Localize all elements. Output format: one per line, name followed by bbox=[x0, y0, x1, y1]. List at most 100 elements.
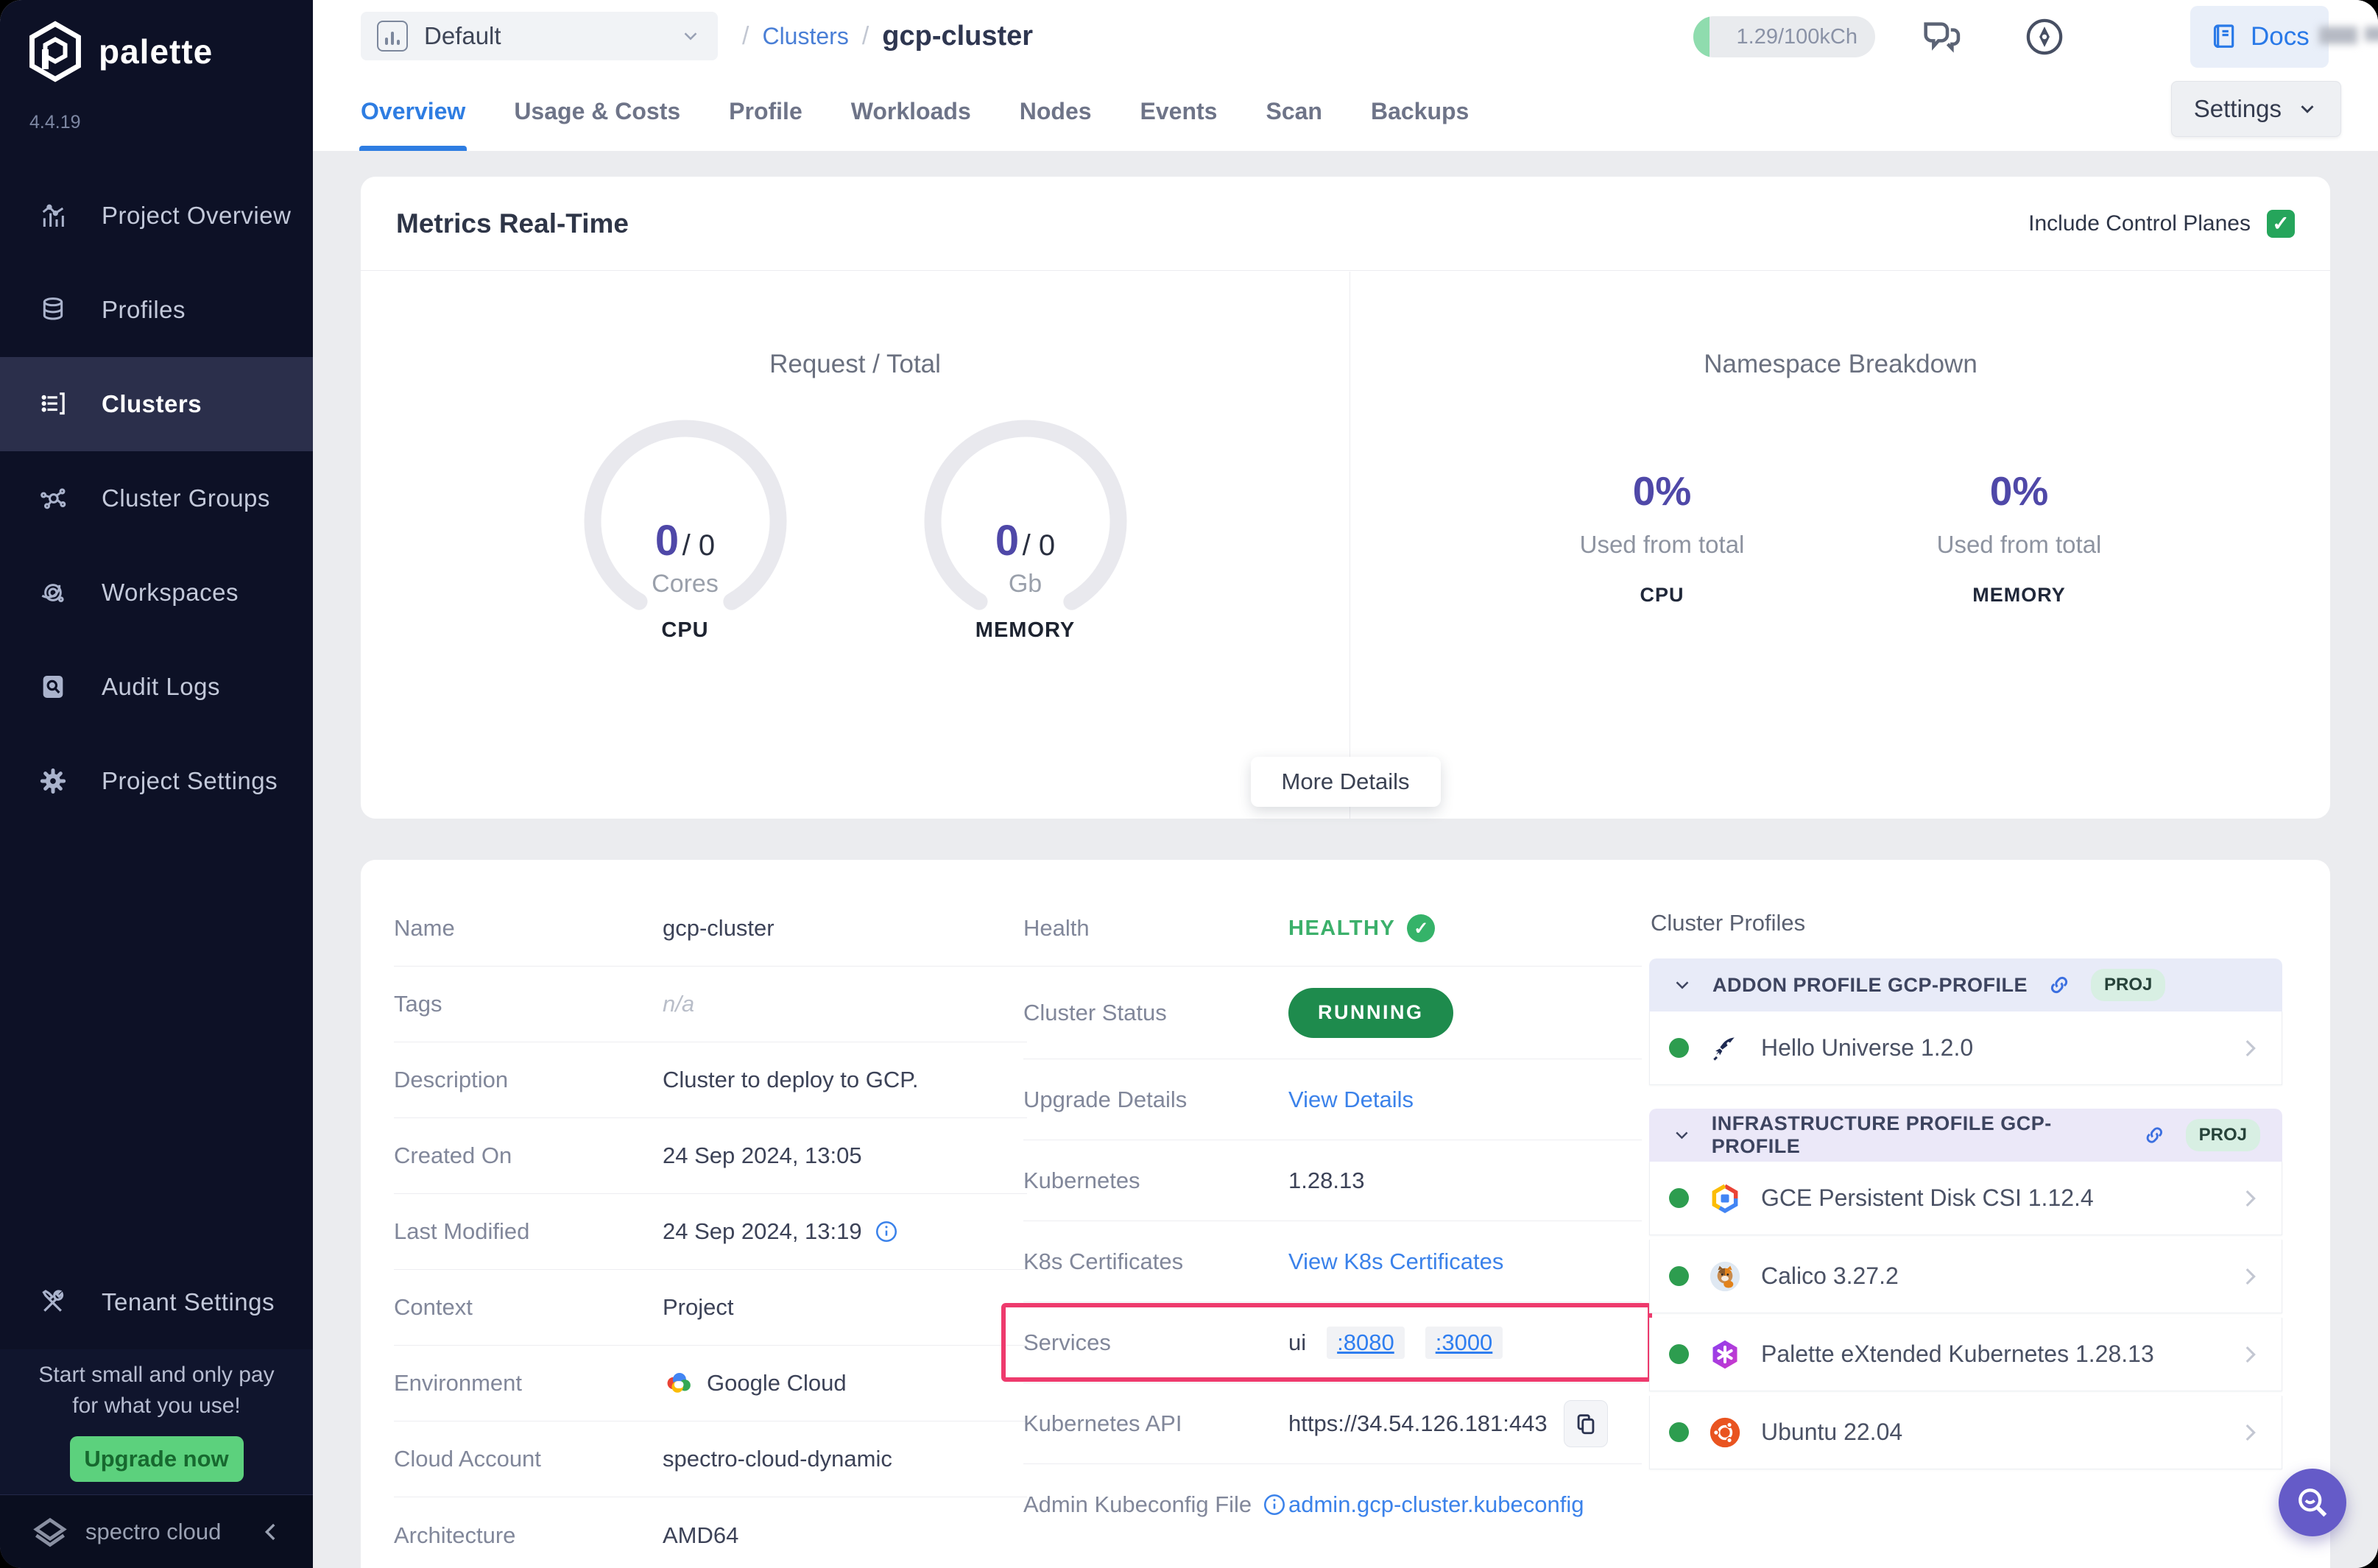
collapse-sidebar-icon[interactable] bbox=[258, 1519, 283, 1544]
cpu-total-value: / 0 bbox=[682, 529, 716, 562]
memory-unit: Gb bbox=[1008, 570, 1042, 598]
project-selector[interactable]: Default bbox=[361, 12, 718, 60]
sidebar-item-tenant-settings[interactable]: Tenant Settings bbox=[0, 1255, 313, 1349]
audit-logs-icon bbox=[43, 676, 63, 698]
profile-pack-hello-universe[interactable]: Hello Universe 1.2.0 bbox=[1649, 1011, 2282, 1085]
tab-overview[interactable]: Overview bbox=[359, 72, 468, 151]
user-menu[interactable] bbox=[2319, 27, 2378, 44]
tab-scan[interactable]: Scan bbox=[1266, 72, 1322, 151]
settings-label: Settings bbox=[2193, 95, 2282, 122]
sidebar-item-profiles[interactable]: Profiles bbox=[0, 263, 313, 357]
kubeconfig-file-link[interactable]: admin.gcp-cluster.kubeconfig bbox=[1288, 1491, 1584, 1518]
spectro-cloud-label: spectro cloud bbox=[85, 1518, 222, 1544]
upgrade-now-button[interactable]: Upgrade now bbox=[69, 1435, 244, 1482]
running-status-badge: RUNNING bbox=[1288, 987, 1453, 1038]
pack-name: Hello Universe 1.2.0 bbox=[1761, 1034, 1974, 1061]
cluster-groups-icon bbox=[40, 488, 66, 509]
cluster-details-card: Name gcp-cluster Tags n/a Description Cl… bbox=[361, 860, 2330, 1568]
sidebar-footer: spectro cloud bbox=[0, 1494, 313, 1568]
pack-name: Calico 3.27.2 bbox=[1761, 1262, 1899, 1289]
chevron-down-icon bbox=[2301, 105, 2314, 113]
profile-pack-pxk[interactable]: Palette eXtended Kubernetes 1.28.13 bbox=[1649, 1318, 2282, 1391]
namespace-memory-caption: Used from total bbox=[1936, 531, 2102, 558]
description-value: Cluster to deploy to GCP. bbox=[663, 1067, 919, 1092]
link-icon[interactable] bbox=[2047, 972, 2072, 997]
project-overview-icon bbox=[42, 204, 64, 227]
detail-row-context: Context Project bbox=[394, 1270, 1027, 1346]
sidebar: palette 4.4.19 Project Overview Profiles bbox=[0, 0, 313, 1568]
detail-row-created-on: Created On 24 Sep 2024, 13:05 bbox=[394, 1118, 1027, 1194]
sidebar-item-workspaces[interactable]: Workspaces bbox=[0, 545, 313, 640]
namespace-breakdown-panel: Namespace Breakdown 0% Used from total C… bbox=[1351, 272, 2330, 819]
settings-button[interactable]: Settings bbox=[2170, 81, 2341, 137]
context-value: Project bbox=[663, 1294, 734, 1320]
copy-api-button[interactable] bbox=[1563, 1399, 1608, 1447]
addon-profile-header[interactable]: ADDON PROFILE GCP-PROFILE PROJ bbox=[1649, 958, 2282, 1011]
usage-quota-pill[interactable]: 1.29/100kCh bbox=[1693, 16, 1875, 57]
detail-row-architecture: Architecture AMD64 bbox=[394, 1522, 739, 1548]
more-details-button[interactable]: More Details bbox=[1250, 757, 1441, 807]
status-row-admin-kubeconfig: Admin Kubeconfig File admin.gcp-cluster.… bbox=[1023, 1491, 1584, 1518]
hello-universe-icon bbox=[1708, 1031, 1742, 1065]
upgrade-promo: Start small and only pay for what you us… bbox=[0, 1349, 313, 1494]
tab-usage-costs[interactable]: Usage & Costs bbox=[514, 72, 680, 151]
project-icon bbox=[377, 21, 408, 52]
tab-backups[interactable]: Backups bbox=[1371, 72, 1469, 151]
proj-scope-badge: PROJ bbox=[2185, 1119, 2260, 1151]
detail-row-last-modified: Last Modified 24 Sep 2024, 13:19 bbox=[394, 1194, 1027, 1270]
sidebar-item-project-settings[interactable]: Project Settings bbox=[0, 734, 313, 828]
sidebar-item-clusters[interactable]: Clusters bbox=[0, 357, 313, 451]
sidebar-item-label: Project Overview bbox=[102, 202, 292, 229]
breadcrumb-clusters-link[interactable]: Clusters bbox=[762, 23, 848, 50]
main-content: Metrics Real-Time Include Control Planes… bbox=[313, 151, 2378, 1568]
tab-bar: Overview Usage & Costs Profile Workloads… bbox=[359, 72, 1469, 151]
tab-nodes[interactable]: Nodes bbox=[1020, 72, 1092, 151]
chevron-down-icon bbox=[1676, 1131, 1688, 1140]
brand-name: palette bbox=[99, 32, 214, 71]
infrastructure-profile-header[interactable]: INFRASTRUCTURE PROFILE GCP-PROFILE PROJ bbox=[1649, 1109, 2282, 1162]
profile-pack-ubuntu[interactable]: Ubuntu 22.04 bbox=[1649, 1396, 2282, 1469]
link-icon[interactable] bbox=[2142, 1123, 2167, 1148]
info-icon[interactable] bbox=[1262, 1492, 1287, 1517]
infrastructure-profile-name: INFRASTRUCTURE PROFILE GCP-PROFILE bbox=[1711, 1112, 2052, 1157]
topbar: Default / Clusters / gcp-cluster 1.29/10… bbox=[313, 0, 2378, 151]
info-icon[interactable] bbox=[874, 1219, 899, 1244]
docs-button[interactable]: Docs bbox=[2190, 6, 2329, 68]
include-control-planes-checkbox[interactable]: ✓ bbox=[2267, 209, 2295, 238]
chevron-right-icon bbox=[2245, 1424, 2256, 1441]
compass-icon[interactable] bbox=[2021, 13, 2068, 60]
sidebar-item-audit-logs[interactable]: Audit Logs bbox=[0, 640, 313, 734]
profile-pack-gce-disk[interactable]: GCE Persistent Disk CSI 1.12.4 bbox=[1649, 1162, 2282, 1235]
sidebar-item-label: Clusters bbox=[102, 390, 202, 417]
tab-workloads[interactable]: Workloads bbox=[851, 72, 971, 151]
sidebar-item-label: Profiles bbox=[102, 296, 186, 323]
view-details-link[interactable]: View Details bbox=[1288, 1087, 1414, 1113]
app-version: 4.4.19 bbox=[29, 112, 81, 133]
detail-row-description: Description Cluster to deploy to GCP. bbox=[394, 1042, 1027, 1118]
pxk-icon bbox=[1708, 1338, 1742, 1371]
profile-pack-calico[interactable]: Calico 3.27.2 bbox=[1649, 1240, 2282, 1313]
metrics-card: Metrics Real-Time Include Control Planes… bbox=[361, 177, 2330, 819]
palette-app: palette 4.4.19 Project Overview Profiles bbox=[0, 0, 2378, 1568]
status-row-health: Health HEALTHY ✓ bbox=[1023, 891, 1642, 967]
status-row-kubernetes-api: Kubernetes API https://34.54.126.181:443 bbox=[1023, 1383, 1642, 1464]
chat-icon[interactable] bbox=[1918, 13, 1965, 60]
breadcrumb: / Clusters / gcp-cluster bbox=[742, 0, 1033, 72]
sidebar-item-cluster-groups[interactable]: Cluster Groups bbox=[0, 451, 313, 545]
search-smile-icon bbox=[2298, 1488, 2327, 1517]
service-port-3000-link[interactable]: :3000 bbox=[1425, 1326, 1503, 1359]
workspaces-icon bbox=[41, 584, 64, 603]
service-port-8080-link[interactable]: :8080 bbox=[1327, 1326, 1405, 1359]
support-search-fab[interactable] bbox=[2279, 1469, 2346, 1536]
architecture-value: AMD64 bbox=[663, 1522, 739, 1548]
tab-events[interactable]: Events bbox=[1140, 72, 1218, 151]
pack-name: GCE Persistent Disk CSI 1.12.4 bbox=[1761, 1184, 2094, 1211]
sidebar-item-project-overview[interactable]: Project Overview bbox=[0, 169, 313, 263]
view-k8s-certificates-link[interactable]: View K8s Certificates bbox=[1288, 1249, 1503, 1275]
namespace-cpu-stat: 0% Used from total CPU bbox=[1552, 467, 1773, 607]
namespace-cpu-label: CPU bbox=[1640, 584, 1684, 606]
tab-profile[interactable]: Profile bbox=[729, 72, 802, 151]
memory-total-value: / 0 bbox=[1022, 529, 1056, 562]
proj-scope-badge: PROJ bbox=[2091, 969, 2166, 1001]
cluster-status-column: Health HEALTHY ✓ Cluster Status RUNNING … bbox=[1001, 891, 1652, 1545]
